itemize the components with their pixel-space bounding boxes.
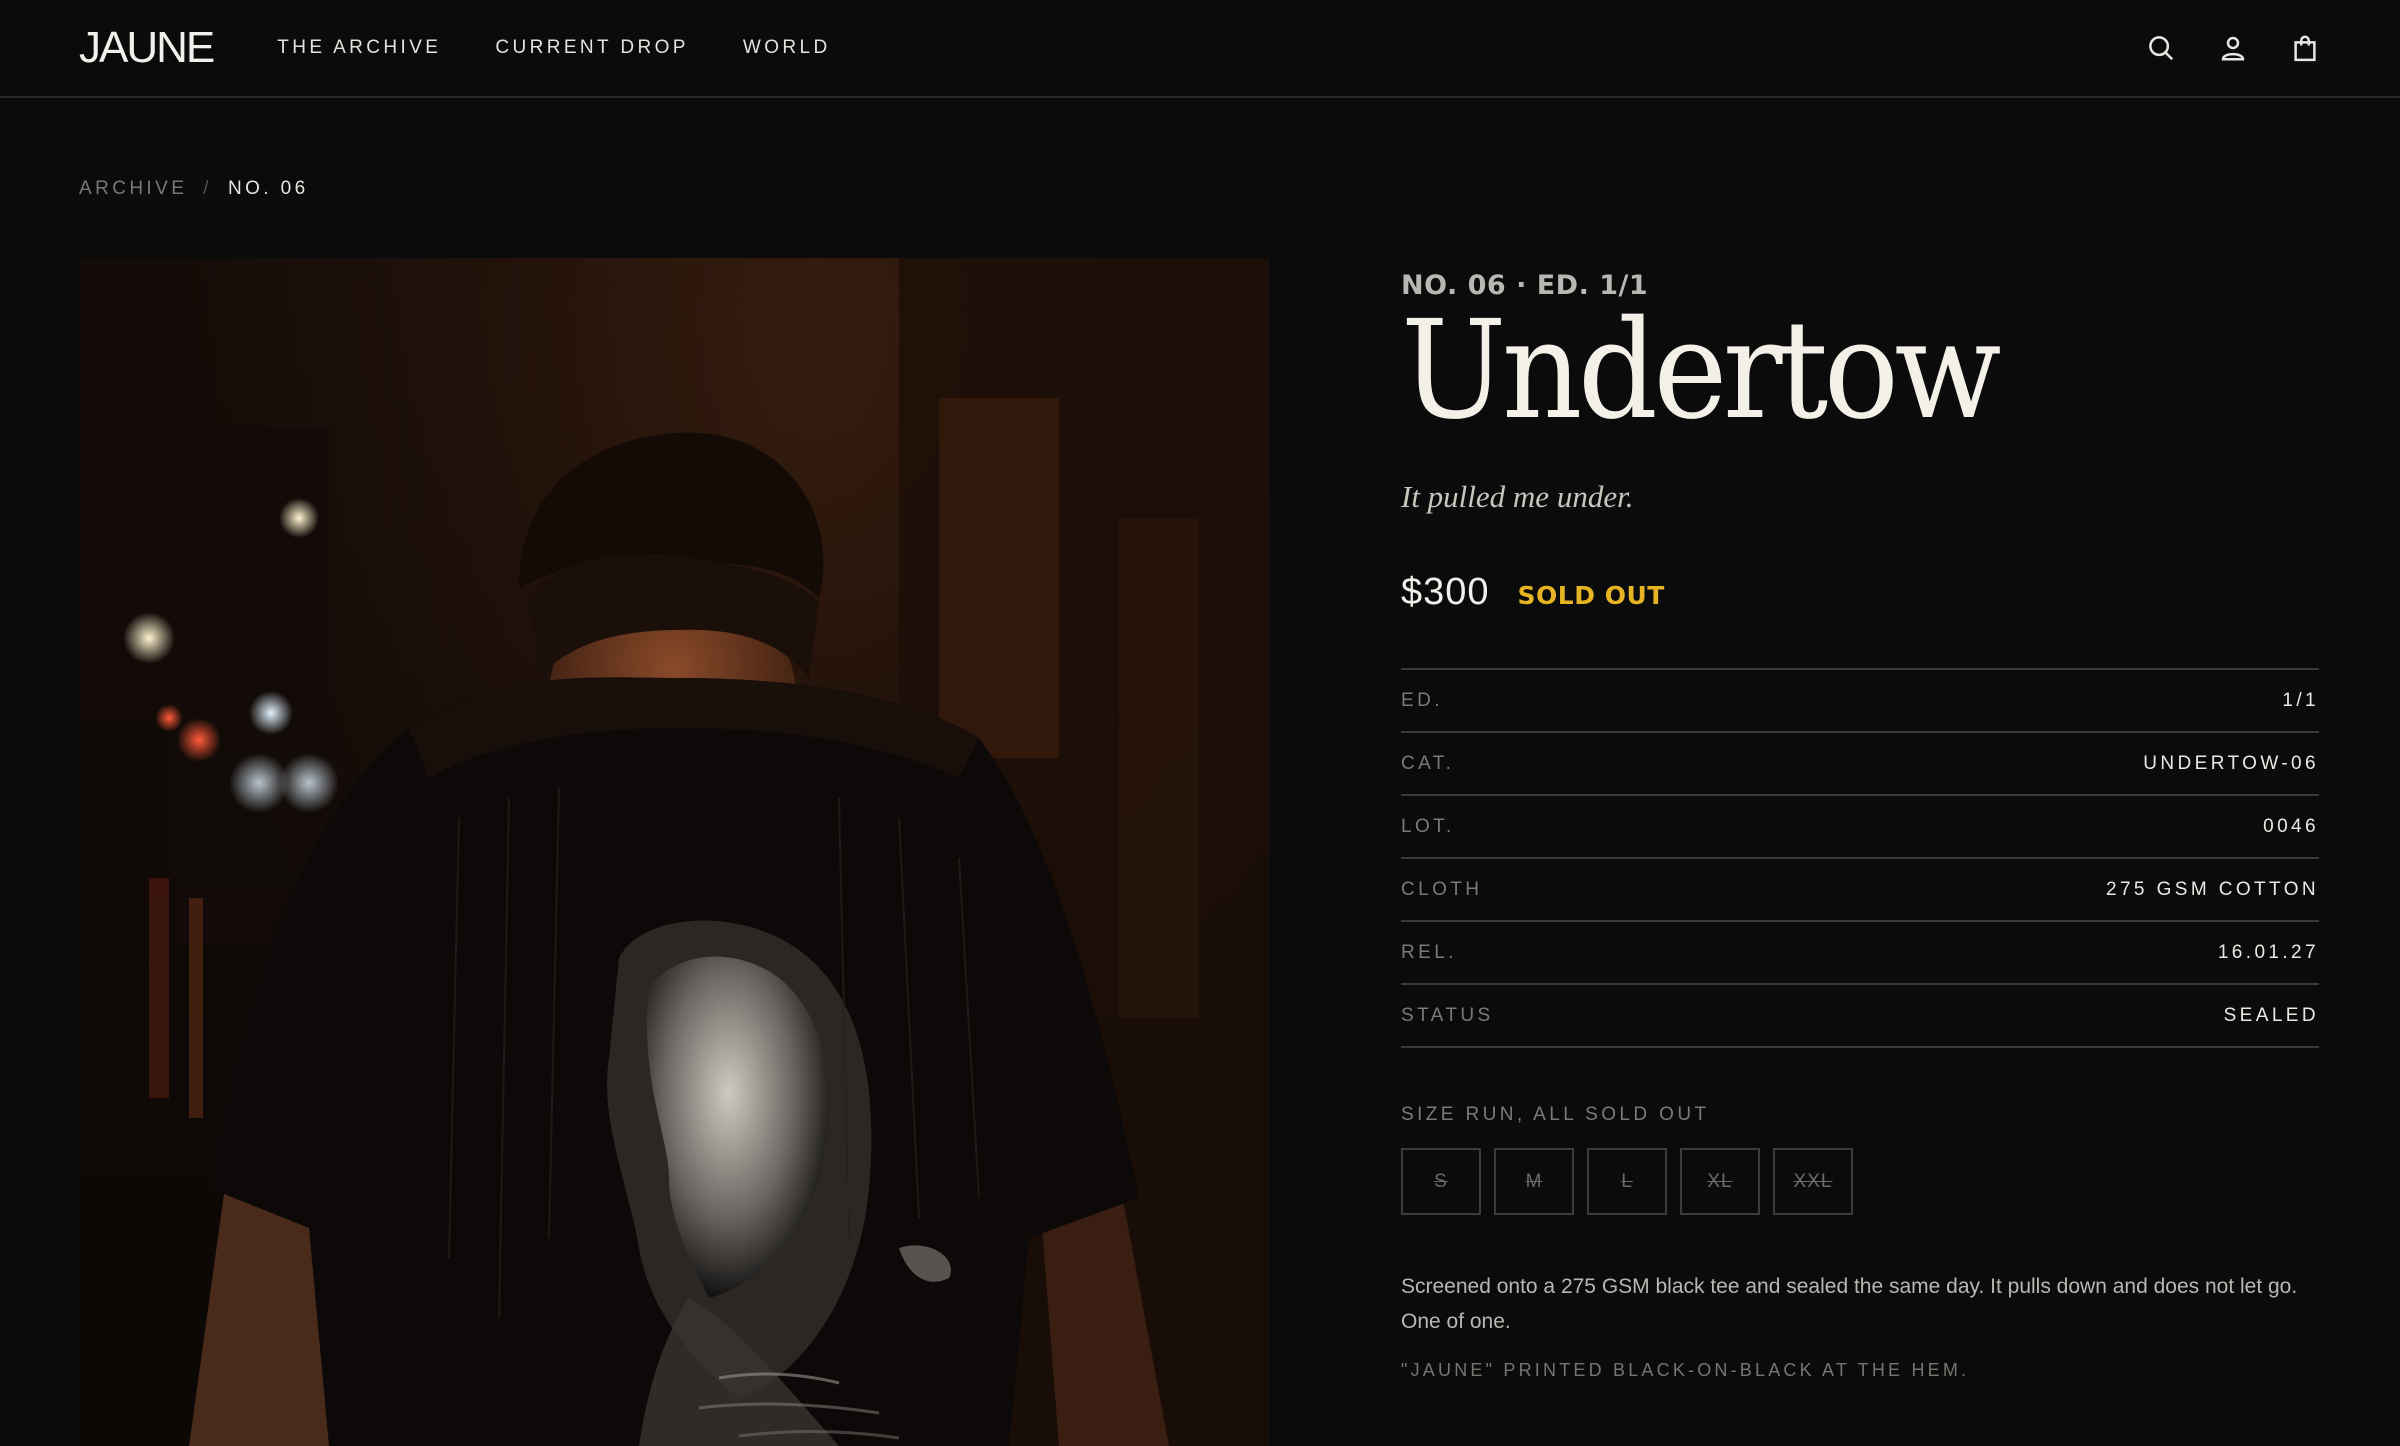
main-nav: THE ARCHIVE CURRENT DROP WORLD xyxy=(277,37,830,59)
size-run-label: SIZE RUN, ALL SOLD OUT xyxy=(1401,1104,1710,1125)
nav-world[interactable]: WORLD xyxy=(743,37,831,59)
spec-value: 16.01.27 xyxy=(2217,941,2319,963)
cart-icon[interactable] xyxy=(2289,32,2321,64)
nav-the-archive[interactable]: THE ARCHIVE xyxy=(277,37,441,59)
spec-row-lot: LOT. 0046 xyxy=(1401,796,2319,859)
spec-value: 1/1 xyxy=(2282,689,2319,711)
breadcrumb-separator: / xyxy=(203,178,212,199)
spec-value: UNDERTOW-06 xyxy=(2143,752,2319,774)
size-button-xl[interactable]: XL xyxy=(1680,1148,1760,1215)
product-title: Undertow xyxy=(1401,292,2001,450)
product-photo xyxy=(79,258,1269,1446)
product-description: Screened onto a 275 GSM black tee and se… xyxy=(1401,1275,2298,1333)
product-info: NO. 06 · ED. 1/1 Undertow It pulled me u… xyxy=(1401,270,2319,1381)
spec-row-edition: ED. 1/1 xyxy=(1401,670,2319,733)
spec-row-release: REL. 16.01.27 xyxy=(1401,922,2319,985)
size-selector: S M L XL XXL xyxy=(1401,1148,2319,1215)
nav-current-drop[interactable]: CURRENT DROP xyxy=(495,37,689,59)
spec-key: ED. xyxy=(1401,689,1443,711)
site-header: JAUNE THE ARCHIVE CURRENT DROP WORLD xyxy=(0,0,2400,98)
sold-out-badge: SOLD OUT xyxy=(1517,581,1665,610)
breadcrumb-archive[interactable]: ARCHIVE xyxy=(79,178,187,200)
size-button-l[interactable]: L xyxy=(1587,1148,1667,1215)
brand-logo[interactable]: JAUNE xyxy=(79,23,215,73)
spec-key: CLOTH xyxy=(1401,878,1483,900)
hem-note: "JAUNE" PRINTED BLACK-ON-BLACK AT THE HE… xyxy=(1401,1360,1970,1380)
breadcrumb-current: NO. 06 xyxy=(227,178,309,199)
product-tagline: It pulled me under. xyxy=(1401,479,1634,514)
spec-value: 0046 xyxy=(2263,815,2319,837)
spec-row-status: STATUS SEALED xyxy=(1401,985,2319,1048)
size-button-xxl[interactable]: XXL xyxy=(1773,1148,1853,1215)
search-icon[interactable] xyxy=(2145,32,2177,64)
price-row: $300 SOLD OUT xyxy=(1401,571,2319,614)
spec-row-cloth: CLOTH 275 GSM COTTON xyxy=(1401,859,2319,922)
product-price: $300 xyxy=(1401,571,1490,613)
breadcrumb: ARCHIVE / NO. 06 xyxy=(79,178,309,200)
account-icon[interactable] xyxy=(2217,32,2249,64)
spec-value: SEALED xyxy=(2223,1004,2319,1026)
spec-value: 275 GSM COTTON xyxy=(2105,878,2319,900)
spec-key: REL. xyxy=(1401,941,1457,963)
spec-table: ED. 1/1 CAT. UNDERTOW-06 LOT. 0046 CLOTH… xyxy=(1401,668,2319,1048)
spec-key: LOT. xyxy=(1401,815,1455,837)
spec-key: STATUS xyxy=(1401,1004,1494,1026)
spec-row-catalog: CAT. UNDERTOW-06 xyxy=(1401,733,2319,796)
size-button-m[interactable]: M xyxy=(1494,1148,1574,1215)
header-actions xyxy=(2145,32,2321,64)
size-button-s[interactable]: S xyxy=(1401,1148,1481,1215)
spec-key: CAT. xyxy=(1401,752,1455,774)
